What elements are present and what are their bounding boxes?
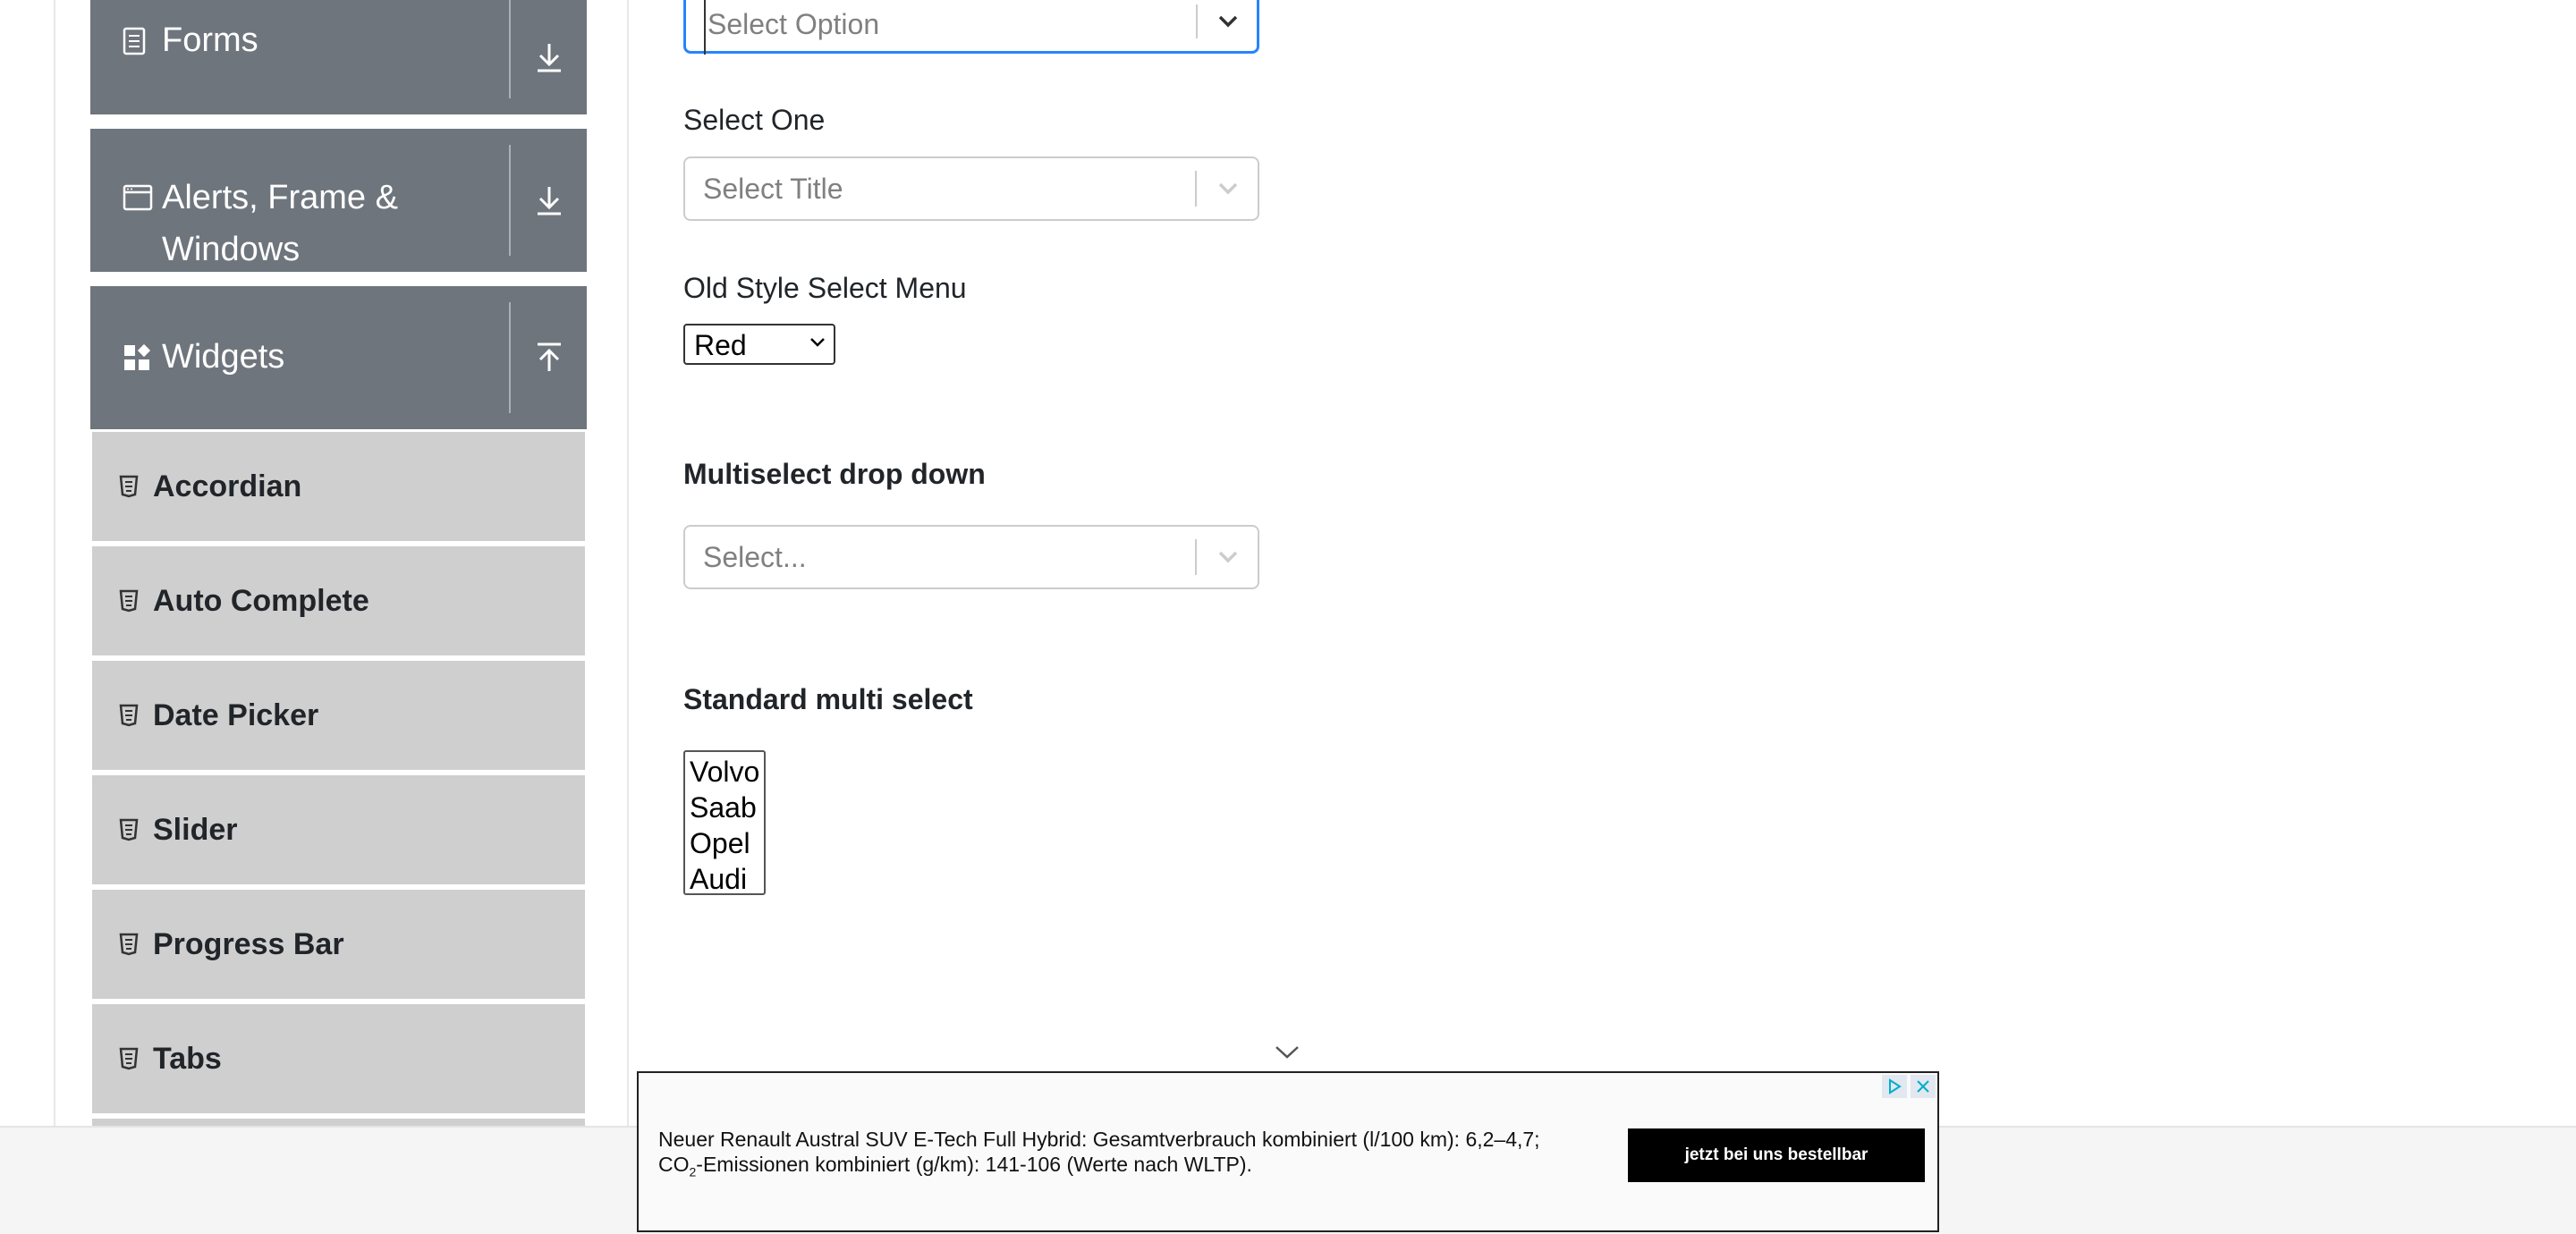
html5-icon [117, 589, 140, 613]
sidebar-item-label: Accordian [153, 469, 302, 503]
close-icon[interactable] [1911, 1075, 1936, 1098]
chevron-down-icon[interactable] [1274, 1044, 1301, 1065]
sidebar-item-label: Progress Bar [153, 926, 344, 961]
old-style-select-label: Old Style Select Menu [683, 272, 967, 304]
ad-choices-icon[interactable] [1882, 1075, 1907, 1098]
document-icon [123, 27, 146, 60]
option-volvo[interactable]: Volvo [690, 754, 764, 790]
sidebar-item-progress-bar[interactable]: Progress Bar [92, 890, 585, 999]
download-arrow-icon[interactable] [511, 129, 587, 272]
multiselect-dropdown[interactable]: Select... [683, 525, 1259, 589]
standard-multi-select-label: Standard multi select [683, 683, 973, 715]
option-audi[interactable]: Audi [690, 861, 764, 897]
window-icon [123, 184, 153, 216]
html5-icon [117, 475, 140, 498]
multiselect-label: Multiselect drop down [683, 458, 986, 490]
chevron-down-icon [810, 338, 825, 347]
ad-text: Neuer Renault Austral SUV E-Tech Full Hy… [658, 1128, 1540, 1179]
multiselect-placeholder: Select... [703, 541, 807, 573]
old-style-select-menu[interactable]: Red [683, 324, 835, 365]
select-value-dropdown[interactable]: Select Option [683, 0, 1259, 55]
sidebar-group-title-line2: Windows [162, 231, 301, 268]
sidebar-item-tabs[interactable]: Tabs [92, 1004, 585, 1113]
chevron-down-icon[interactable] [1199, 0, 1257, 51]
main-divider [627, 0, 629, 1127]
old-style-selected-value: Red [694, 329, 747, 361]
widgets-icon [123, 343, 151, 376]
upload-arrow-icon[interactable] [511, 286, 587, 429]
select-one-dropdown[interactable]: Select Title [683, 156, 1259, 221]
html5-icon [117, 933, 140, 956]
sidebar-item-accordian[interactable]: Accordian [92, 432, 585, 541]
sidebar-item-label: Slider [153, 812, 238, 847]
html5-icon [117, 818, 140, 841]
ad-cta-button[interactable]: jetzt bei uns bestellbar [1628, 1128, 1925, 1182]
sidebar-item-label: Date Picker [153, 697, 319, 732]
sidebar-group-title: Widgets [162, 338, 285, 376]
sidebar-item-slider[interactable]: Slider [92, 775, 585, 884]
sidebar-group-forms[interactable]: Forms [90, 0, 587, 114]
option-opel[interactable]: Opel [690, 825, 764, 861]
sidebar-item-label: Auto Complete [153, 583, 369, 618]
standard-multi-select[interactable]: Volvo Saab Opel Audi [683, 750, 766, 895]
option-saab[interactable]: Saab [690, 790, 764, 825]
sidebar-group-alerts[interactable]: Alerts, Frame & Windows [90, 129, 587, 272]
chevron-down-icon[interactable] [1199, 158, 1258, 219]
select-one-placeholder: Select Title [703, 173, 843, 205]
sidebar-item-date-picker[interactable]: Date Picker [92, 661, 585, 770]
download-arrow-icon[interactable] [511, 0, 587, 114]
html5-icon [117, 704, 140, 727]
sidebar-item-label: Tabs [153, 1041, 222, 1076]
page-left-border [54, 0, 55, 1127]
select-value-placeholder: Select Option [704, 0, 879, 55]
ad-banner[interactable]: Neuer Renault Austral SUV E-Tech Full Hy… [637, 1071, 1939, 1232]
sidebar-group-title: Forms [162, 21, 258, 59]
sidebar-group-title: Alerts, Frame & [162, 179, 398, 216]
chevron-down-icon[interactable] [1199, 527, 1258, 587]
sidebar-item-auto-complete[interactable]: Auto Complete [92, 546, 585, 655]
select-one-label: Select One [683, 104, 826, 136]
html5-icon [117, 1047, 140, 1070]
sidebar-group-widgets[interactable]: Widgets [90, 286, 587, 429]
